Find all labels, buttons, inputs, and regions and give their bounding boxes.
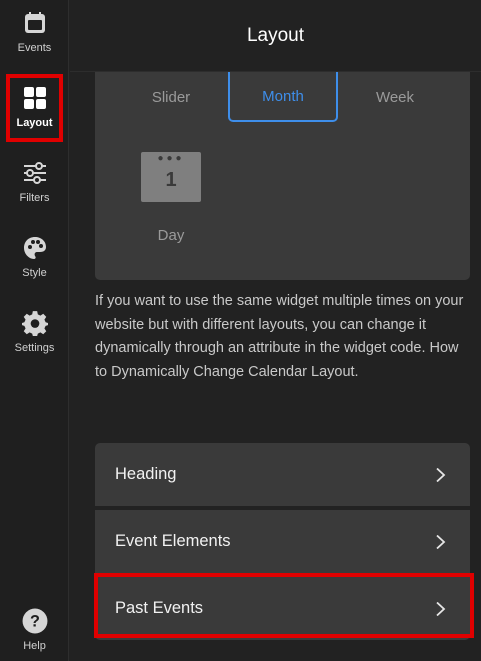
- layout-option-week[interactable]: Week: [337, 72, 453, 122]
- palette-icon: [22, 235, 48, 261]
- layout-grid-icon: [22, 85, 48, 111]
- section-event-elements[interactable]: Event Elements: [95, 510, 470, 573]
- question-icon: ?: [22, 608, 48, 634]
- sliders-icon: [22, 160, 48, 186]
- sidebar-item-label: Settings: [14, 342, 55, 354]
- chevron-right-icon: [436, 467, 446, 482]
- sidebar-item-help[interactable]: ? Help: [0, 598, 69, 661]
- day-calendar-icon: ●●● 1: [141, 152, 201, 202]
- section-past-events[interactable]: Past Events: [95, 577, 470, 640]
- layout-options-card: Slider Month Week ●●● 1 Day: [95, 72, 470, 280]
- page-title: Layout: [246, 24, 305, 46]
- section-label: Event Elements: [115, 532, 231, 550]
- section-label: Heading: [115, 465, 177, 483]
- day-icon-number: 1: [165, 168, 177, 191]
- sidebar-item-settings[interactable]: Settings: [0, 300, 69, 370]
- sidebar-item-label: Style: [22, 267, 47, 279]
- layout-description: If you want to use the same widget multi…: [95, 293, 464, 380]
- layout-option-day[interactable]: ●●● 1 Day: [140, 152, 202, 264]
- sidebar-item-events[interactable]: Events: [0, 0, 69, 70]
- day-option-label: Day: [157, 227, 185, 244]
- sidebar-item-filters[interactable]: Filters: [0, 150, 69, 220]
- sidebar-item-layout[interactable]: Layout: [0, 75, 69, 145]
- calendar-rings-icon: ●●●: [157, 153, 185, 164]
- sidebar: Events Layout Filters Style Settings ? H…: [0, 0, 69, 661]
- sidebar-item-style[interactable]: Style: [0, 225, 69, 295]
- calendar-icon: [22, 10, 48, 36]
- layout-option-month[interactable]: Month: [228, 72, 338, 122]
- svg-text:?: ?: [30, 612, 40, 630]
- sidebar-item-label: Filters: [19, 192, 50, 204]
- sidebar-item-label: Layout: [16, 117, 53, 129]
- panel-header: Layout: [70, 0, 481, 72]
- sidebar-item-label: Help: [23, 640, 46, 652]
- gear-icon: [21, 310, 48, 336]
- chevron-right-icon: [436, 601, 446, 616]
- sidebar-item-label: Events: [17, 42, 52, 54]
- section-label: Past Events: [115, 599, 204, 617]
- layout-option-slider[interactable]: Slider: [113, 72, 229, 122]
- section-heading[interactable]: Heading: [95, 443, 470, 506]
- chevron-right-icon: [436, 534, 446, 549]
